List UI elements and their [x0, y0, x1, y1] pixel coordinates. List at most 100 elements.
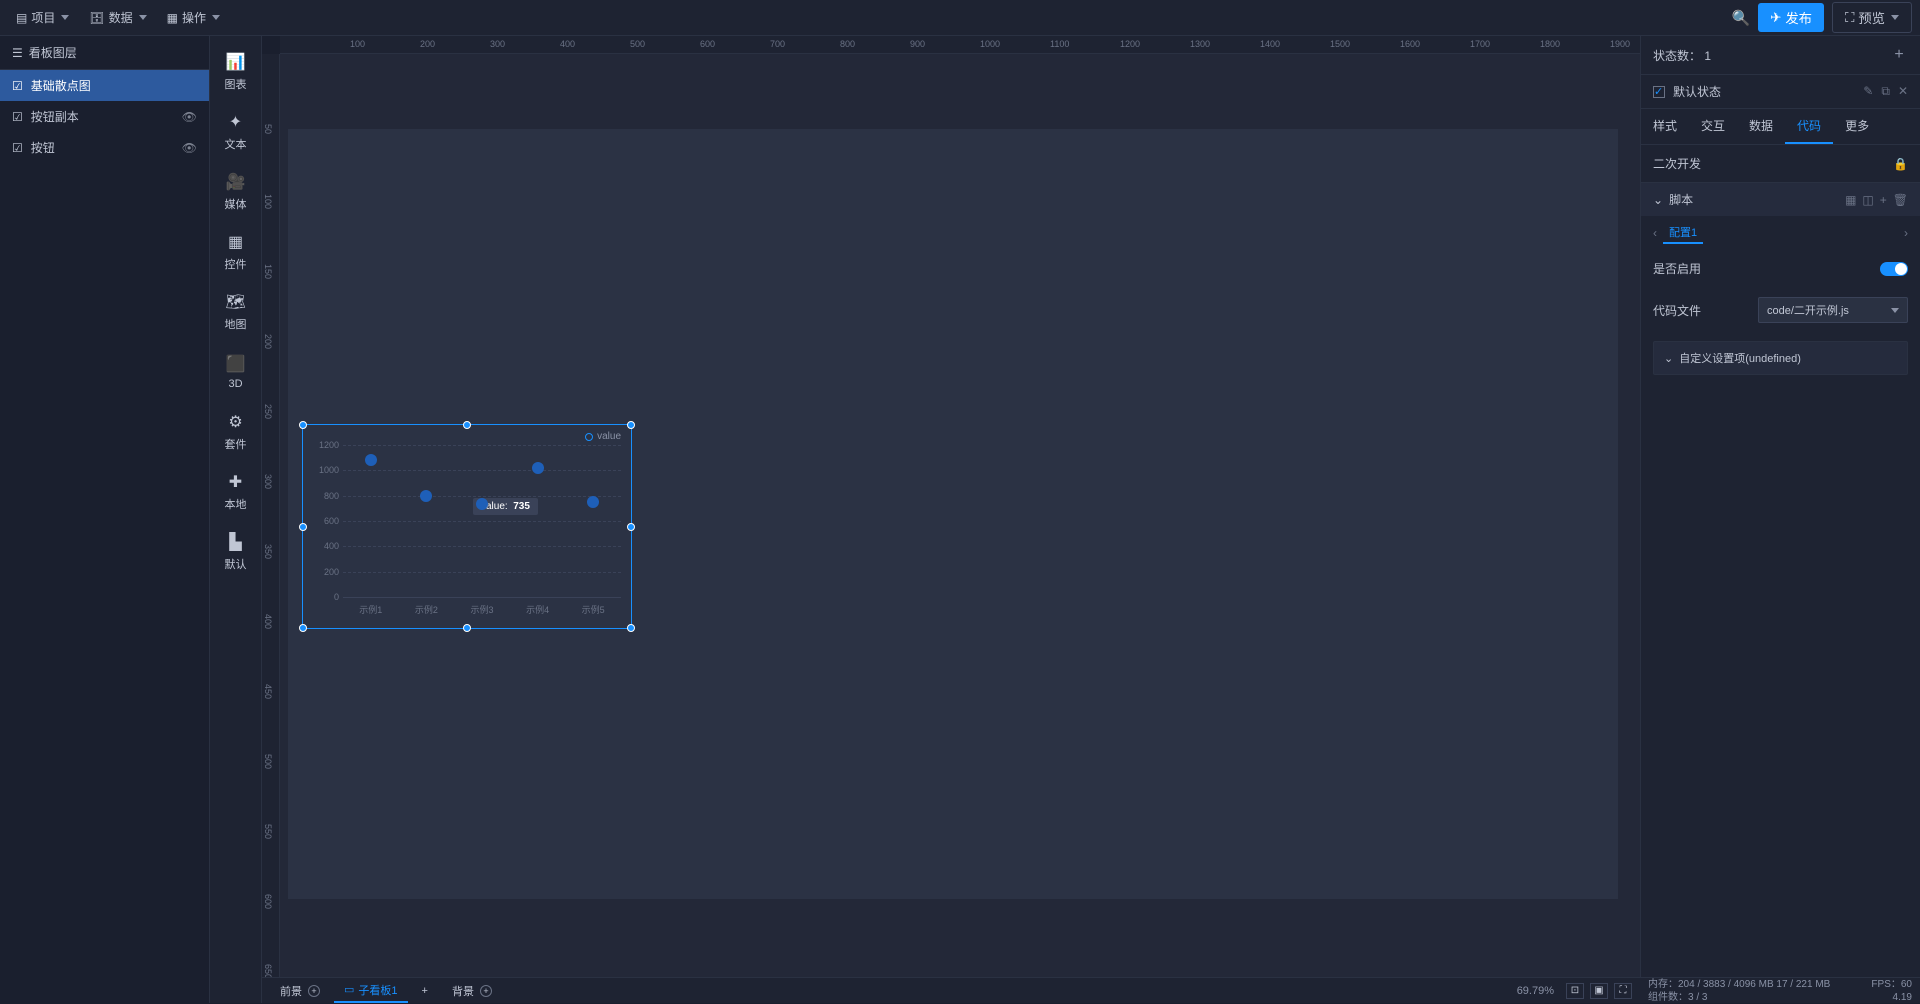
actual-size-icon[interactable]: ▣ — [1590, 983, 1608, 999]
tool-chart[interactable]: 📊图表 — [214, 44, 258, 100]
code-file-select[interactable]: code/二开示例.js — [1758, 297, 1908, 323]
grid-action-icon[interactable]: ▦ — [1845, 193, 1856, 207]
edit-icon[interactable]: ✎ — [1863, 84, 1873, 99]
top-menubar: ▤ 项目 🗄 数据 ▦ 操作 🔍 ✈ 发布 ⛶ 预览 — [0, 0, 1920, 36]
lock-icon[interactable]: 🔒 — [1893, 157, 1908, 171]
tool-label: 图表 — [225, 76, 247, 92]
tab-add[interactable]: + — [412, 982, 438, 1000]
script-config-tab[interactable]: 配置1 — [1663, 222, 1703, 244]
tool-media[interactable]: 🎥媒体 — [214, 164, 258, 220]
tab-更多[interactable]: 更多 — [1833, 109, 1881, 144]
delete-icon[interactable]: ✕ — [1898, 84, 1908, 99]
tab-foreground-label: 前景 — [280, 983, 302, 999]
layer-checkbox[interactable]: ☑ — [12, 79, 23, 93]
menu-data-label: 数据 — [109, 9, 133, 26]
layer-item-1[interactable]: ☑按钮副本👁 — [0, 101, 209, 132]
publish-button[interactable]: ✈ 发布 — [1758, 3, 1824, 32]
add-script-icon[interactable]: + — [1880, 193, 1887, 207]
copy-icon[interactable]: ⧉ — [1881, 84, 1890, 99]
version-value: 4.19 — [1893, 991, 1912, 1004]
layer-checkbox[interactable]: ☑ — [12, 110, 23, 124]
layers-panel-title: 看板图层 — [29, 44, 77, 61]
publish-label: 发布 — [1785, 8, 1812, 27]
screen-icon: ▭ — [344, 983, 354, 996]
grid-icon: ▦ — [167, 11, 178, 25]
ruler-h-tick: 400 — [560, 39, 575, 49]
tool-label: 3D — [228, 378, 242, 390]
code-file-value: code/二开示例.js — [1767, 302, 1849, 318]
search-icon[interactable]: 🔍 — [1731, 9, 1750, 27]
preview-button[interactable]: ⛶ 预览 — [1832, 2, 1912, 33]
tool-label: 文本 — [225, 136, 247, 152]
tab-数据[interactable]: 数据 — [1737, 109, 1785, 144]
tab-代码[interactable]: 代码 — [1785, 109, 1833, 144]
comp-label: 组件数： — [1648, 992, 1688, 1003]
tool-default[interactable]: ▙默认 — [214, 524, 258, 580]
expand-view-icon[interactable]: ⛶ — [1614, 983, 1632, 999]
menu-project[interactable]: ▤ 项目 — [8, 5, 77, 30]
layer-checkbox[interactable]: ☑ — [12, 141, 23, 155]
layer-item-0[interactable]: ☑基础散点图 — [0, 70, 209, 101]
tab-foreground[interactable]: 前景 + — [270, 980, 330, 1002]
y-tick-label: 1200 — [319, 440, 339, 450]
state-count-label: 状态数： — [1653, 49, 1701, 63]
chevron-down-icon — [1891, 308, 1899, 313]
chevron-down-icon: ⌄ — [1653, 193, 1663, 207]
ruler-v-tick: 450 — [263, 684, 273, 699]
state-checkbox[interactable] — [1653, 86, 1665, 98]
default-state-row[interactable]: 默认状态 ✎ ⧉ ✕ — [1641, 75, 1920, 109]
chevron-down-icon — [1891, 15, 1899, 20]
tool-control[interactable]: ▦ 控件 — [214, 224, 258, 280]
enable-toggle[interactable] — [1880, 262, 1908, 276]
data-point[interactable] — [476, 498, 488, 510]
script-section-header[interactable]: ⌄ 脚本 ▦ ◫ + 🗑 — [1641, 183, 1920, 216]
data-point[interactable] — [365, 454, 377, 466]
tab-样式[interactable]: 样式 — [1641, 109, 1689, 144]
visibility-icon[interactable]: 👁 — [182, 110, 197, 124]
add-background-icon[interactable]: + — [480, 985, 492, 997]
grid-line — [343, 572, 621, 573]
fps-value: 60 — [1901, 979, 1912, 990]
ruler-v-tick: 350 — [263, 544, 273, 559]
tool-3d[interactable]: ⬛3D — [214, 344, 258, 400]
tab-交互[interactable]: 交互 — [1689, 109, 1737, 144]
script-next-icon[interactable]: › — [1904, 226, 1908, 240]
data-point[interactable] — [587, 496, 599, 508]
database-icon: 🗄 — [89, 11, 104, 25]
y-tick-label: 600 — [324, 516, 339, 526]
ruler-h-tick: 900 — [910, 39, 925, 49]
delete-script-icon[interactable]: 🗑 — [1893, 193, 1908, 207]
tool-local[interactable]: ✚本地 — [214, 464, 258, 520]
selected-scatter-chart[interactable]: value value: 735 020040060080010001200示例… — [302, 424, 632, 629]
panel-action-icon[interactable]: ◫ — [1862, 193, 1873, 207]
add-state-button[interactable]: + — [1890, 46, 1908, 64]
custom-settings-section[interactable]: ⌄ 自定义设置项(undefined) — [1653, 341, 1908, 375]
control-icon: ▦ — [226, 232, 246, 252]
grid-line — [343, 521, 621, 522]
visibility-icon[interactable]: 👁 — [182, 141, 197, 155]
canvas-area[interactable]: value value: 735 020040060080010001200示例… — [280, 54, 1640, 977]
layer-item-2[interactable]: ☑按钮👁 — [0, 132, 209, 163]
legend-marker-icon — [585, 433, 593, 441]
tool-text[interactable]: ✦ 文本 — [214, 104, 258, 160]
tool-map[interactable]: 🗺地图 — [214, 284, 258, 340]
tool-kit[interactable]: ⚙套件 — [214, 404, 258, 460]
menu-data[interactable]: 🗄 数据 — [81, 5, 154, 30]
menu-operate[interactable]: ▦ 操作 — [159, 5, 228, 30]
script-prev-icon[interactable]: ‹ — [1653, 226, 1657, 240]
tooltip-value: 735 — [513, 501, 530, 512]
tab-background[interactable]: 背景 + — [442, 980, 502, 1002]
mem-label: 内存： — [1648, 979, 1678, 990]
code-file-row: 代码文件 code/二开示例.js — [1641, 287, 1920, 333]
tab-sub-dashboard[interactable]: ▭ 子看板1 — [334, 979, 408, 1003]
preview-label: 预览 — [1858, 8, 1885, 27]
fit-view-icon[interactable]: ⊡ — [1566, 983, 1584, 999]
properties-panel: 状态数： 1 + 默认状态 ✎ ⧉ ✕ 样式交互数据代码更多 二次开发 🔒 ⌄ … — [1640, 36, 1920, 1003]
tool-label: 控件 — [225, 256, 247, 272]
data-point[interactable] — [420, 490, 432, 502]
data-point[interactable] — [532, 462, 544, 474]
add-foreground-icon[interactable]: + — [308, 985, 320, 997]
ruler-h-tick: 1300 — [1190, 39, 1210, 49]
state-count-row: 状态数： 1 + — [1641, 36, 1920, 75]
text-icon: ✦ — [226, 112, 246, 132]
